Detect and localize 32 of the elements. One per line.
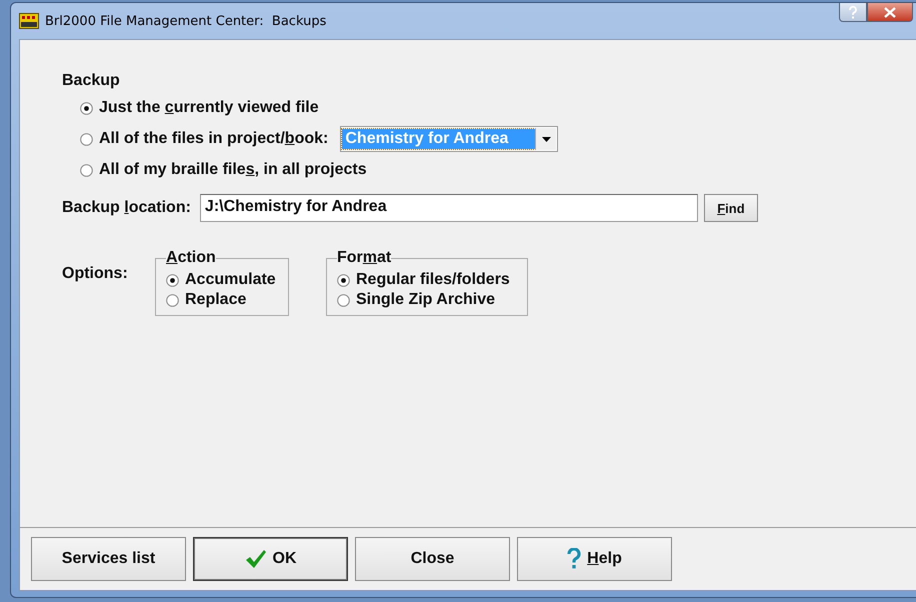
close-icon[interactable] xyxy=(867,3,913,22)
radio-selected[interactable] xyxy=(80,102,93,114)
radio-label: Single Zip Archive xyxy=(356,291,495,309)
help-button[interactable]: Help xyxy=(517,537,672,581)
radio-label: All of the files in project/book: xyxy=(99,130,328,148)
radio-label: Just the currently viewed file xyxy=(99,99,319,117)
radio-selected[interactable] xyxy=(166,274,179,286)
window-title: Brl2000 File Management Center: Backups xyxy=(45,14,326,28)
radio-label: Accumulate xyxy=(185,271,276,289)
group-title: Action xyxy=(166,249,216,267)
ok-button[interactable]: OK xyxy=(193,537,348,581)
radio-unselected[interactable] xyxy=(80,132,93,146)
radio-selected[interactable] xyxy=(337,274,350,286)
app-icon xyxy=(19,13,39,29)
check-icon xyxy=(244,549,266,569)
location-field[interactable]: J:\Chemistry for Andrea xyxy=(200,194,698,222)
find-button[interactable]: Find xyxy=(704,194,758,222)
radio-unselected[interactable] xyxy=(80,164,93,176)
section-heading: Backup xyxy=(62,72,121,90)
radio-label: Regular files/folders xyxy=(356,271,510,289)
radio-label: All of my braille files, in all projects xyxy=(99,161,367,179)
dialog-button[interactable]: Close xyxy=(355,537,510,581)
radio-unselected[interactable] xyxy=(337,294,350,306)
radio-label: Replace xyxy=(185,291,246,309)
radio-unselected[interactable] xyxy=(166,294,179,306)
options-label: Options: xyxy=(62,265,129,283)
help-icon[interactable] xyxy=(839,3,867,22)
field-label: Backup location: xyxy=(62,199,191,217)
dropdown-arrow-icon[interactable] xyxy=(542,136,551,142)
dialog-button[interactable]: Services list xyxy=(31,537,186,581)
question-mark-icon xyxy=(567,548,582,570)
group-title: Format xyxy=(337,249,392,267)
